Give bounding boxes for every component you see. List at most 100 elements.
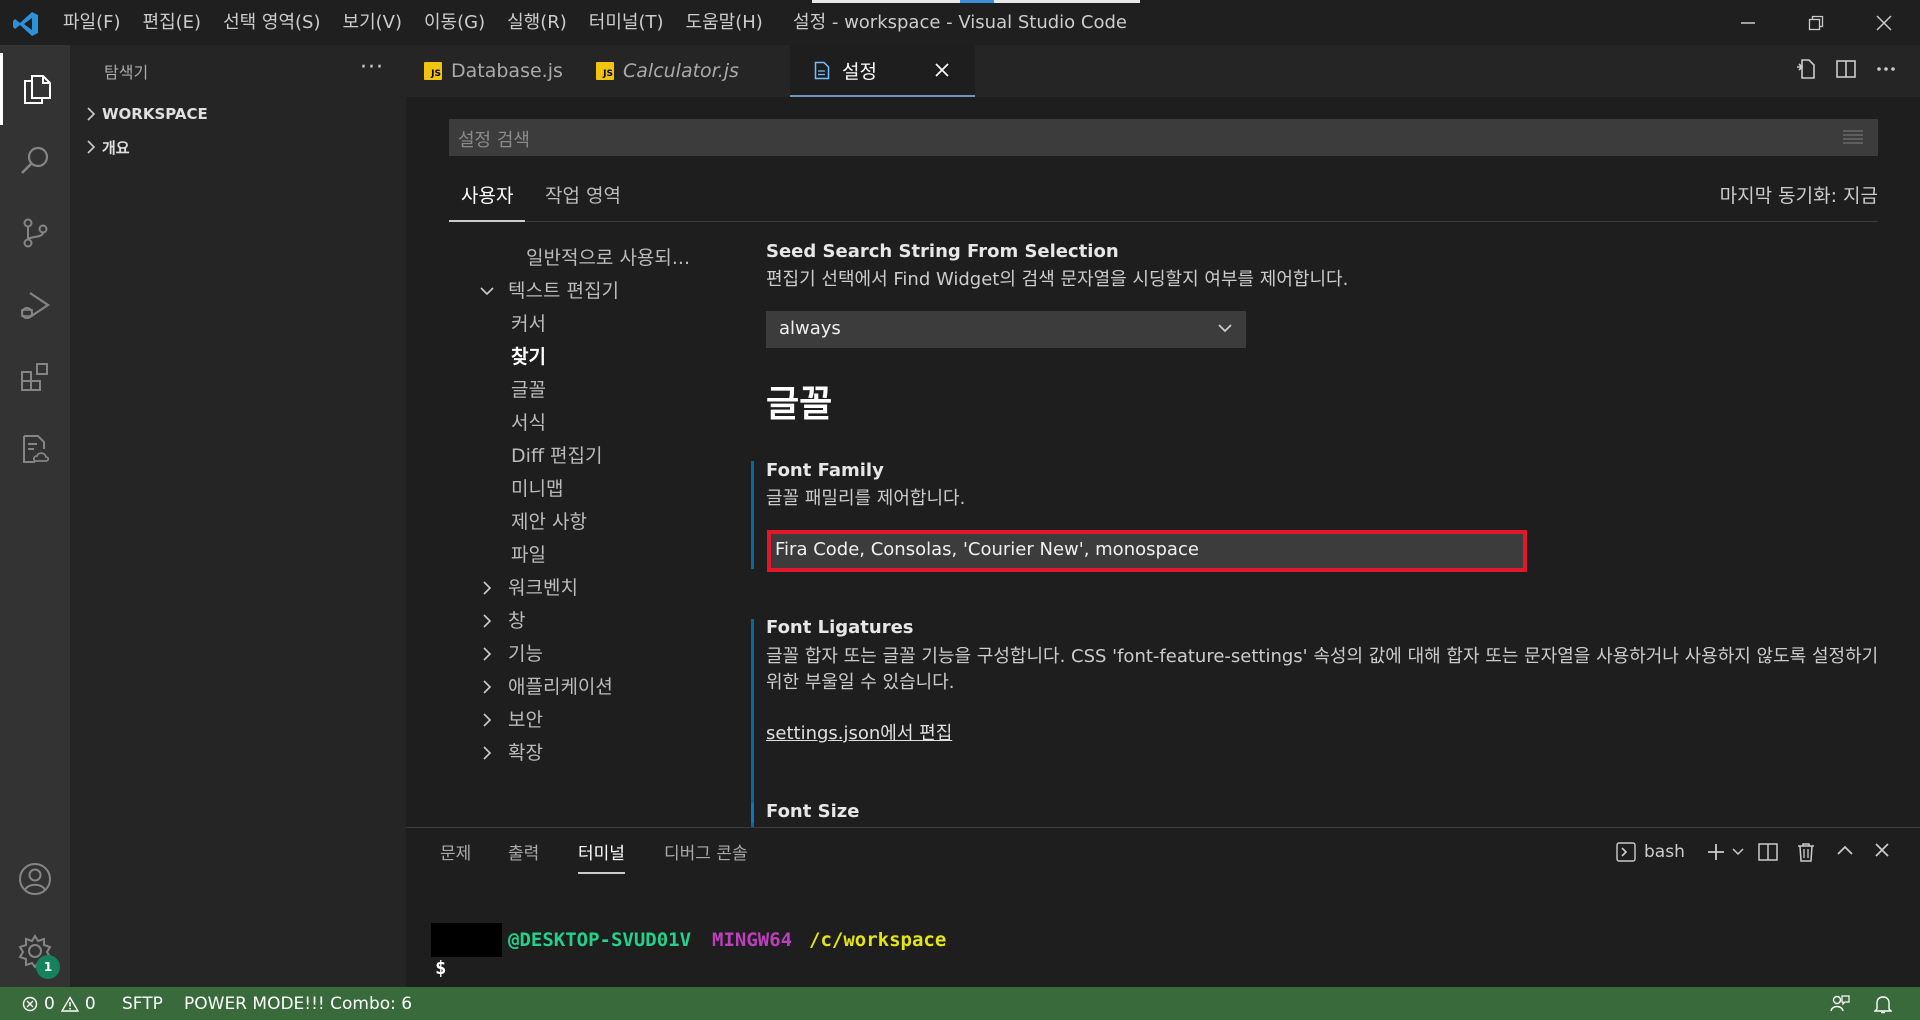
section-workspace[interactable]: WORKSPACE [80, 100, 208, 128]
menu-go[interactable]: 이동(G) [413, 0, 496, 45]
scope-workspace[interactable]: 작업 영역 [533, 177, 633, 222]
panel-tab-debug-console[interactable]: 디버그 콘솔 [664, 828, 748, 880]
feedback-button[interactable] [1830, 987, 1850, 1020]
toc-diff-editor[interactable]: Diff 편집기 [511, 441, 602, 471]
settings-search-input[interactable]: 설정 검색 [449, 119, 1878, 156]
manage-button[interactable]: 1 [0, 915, 70, 987]
terminal-prompt[interactable]: $ [435, 957, 446, 979]
terminal-icon [1616, 842, 1636, 862]
plus-icon [1708, 844, 1724, 860]
warning-icon [60, 995, 79, 1012]
search-placeholder: 설정 검색 [458, 130, 530, 151]
sidebar-title: 탐색기 [104, 63, 149, 82]
notifications-button[interactable] [1874, 987, 1892, 1020]
toc-application[interactable]: 애플리케이션 [474, 672, 613, 702]
toc-minimap[interactable]: 미니맵 [511, 474, 563, 504]
split-terminal-button[interactable] [1758, 842, 1778, 862]
power-mode-status[interactable]: POWER MODE!!! Combo: 6 [184, 987, 412, 1020]
section-heading-font: 글꼴 [766, 384, 833, 425]
menu-run[interactable]: 실행(R) [496, 0, 578, 45]
setting-title-seed-search: Seed Search String From Selection [766, 241, 1119, 262]
toc-font[interactable]: 글꼴 [511, 375, 546, 405]
terminal-path: /c/workspace [809, 929, 947, 951]
toc-label: 일반적으로 사용되... [526, 247, 690, 269]
split-editor-icon [1836, 60, 1856, 78]
kill-terminal-button[interactable] [1796, 842, 1816, 862]
setting-focus-indicator [751, 619, 754, 823]
seed-search-dropdown[interactable]: always [766, 311, 1246, 348]
split-editor-button[interactable] [1834, 57, 1858, 81]
panel-tab-terminal[interactable]: 터미널 [578, 828, 625, 880]
terminal-shell-selector[interactable]: bash [1616, 842, 1685, 862]
tab-database-js[interactable]: JS Database.js [406, 45, 576, 97]
close-panel-button[interactable] [1874, 842, 1890, 858]
tab-calculator-js[interactable]: JS Calculator.js [576, 45, 756, 97]
toc-window[interactable]: 창 [474, 606, 525, 636]
close-icon [935, 63, 949, 77]
tab-label: 설정 [842, 60, 877, 83]
toc-extensions[interactable]: 확장 [474, 738, 543, 768]
toc-find[interactable]: 찾기 [511, 342, 546, 372]
feedback-icon [1830, 994, 1850, 1011]
toc-common[interactable]: 일반적으로 사용되... [500, 243, 690, 273]
filter-icon[interactable] [1842, 129, 1864, 145]
toc-workbench[interactable]: 워크벤치 [474, 573, 578, 603]
menu-help[interactable]: 도움말(H) [675, 0, 774, 45]
remote-explorer-button[interactable] [0, 413, 70, 485]
explorer-button[interactable] [0, 53, 70, 125]
source-control-button[interactable] [0, 197, 70, 269]
explorer-sidebar: 탐색기 ··· WORKSPACE 개요 [70, 45, 406, 987]
toc-text-editor[interactable]: 텍스트 편집기 [474, 276, 619, 306]
title-bar: 파일(F) 편집(E) 선택 영역(S) 보기(V) 이동(G) 실행(R) 터… [0, 0, 1920, 45]
toc-cursor[interactable]: 커서 [511, 309, 546, 339]
accounts-button[interactable] [0, 843, 70, 915]
scope-user[interactable]: 사용자 [449, 177, 526, 222]
toc-suggestions[interactable]: 제안 사항 [511, 507, 587, 537]
chevron-right-icon [474, 713, 500, 727]
menu-terminal[interactable]: 터미널(T) [578, 0, 675, 45]
menu-view[interactable]: 보기(V) [332, 0, 413, 45]
setting-desc-seed-search: 편집기 선택에서 Find Widget의 검색 문자열을 시딩할지 여부를 제… [766, 269, 1349, 290]
run-debug-button[interactable] [0, 269, 70, 341]
maximize-panel-button[interactable] [1836, 842, 1854, 860]
toc-files[interactable]: 파일 [511, 540, 546, 570]
tab-label: Database.js [451, 60, 563, 82]
setting-focus-indicator [751, 803, 754, 827]
sftp-status[interactable]: SFTP [122, 987, 163, 1020]
setting-desc-font-family: 글꼴 패밀리를 제어합니다. [766, 488, 966, 509]
toc-label: 워크벤치 [508, 577, 578, 599]
toc-label: 보안 [508, 709, 543, 731]
close-window-button[interactable] [1850, 0, 1918, 45]
problems-status[interactable]: 0 0 [22, 987, 96, 1020]
remote-explorer-icon [23, 435, 50, 463]
menu-edit[interactable]: 편집(E) [132, 0, 213, 45]
bottom-panel: 문제 출력 터미널 디버그 콘솔 bash @DESKTOP-SVUD01V M… [406, 827, 1920, 987]
bell-icon [1874, 995, 1892, 1013]
editor-actions [1794, 57, 1898, 81]
minimize-icon [1741, 21, 1755, 24]
tab-settings[interactable]: 설정 [790, 45, 975, 97]
panel-tab-output[interactable]: 출력 [508, 828, 539, 880]
edit-in-settings-json-link[interactable]: settings.json에서 편집 [766, 719, 952, 745]
more-actions-button[interactable]: ··· [360, 55, 384, 80]
minimize-button[interactable] [1714, 0, 1782, 45]
new-terminal-button[interactable] [1706, 842, 1744, 862]
chevron-right-icon [474, 581, 500, 595]
settings-scope-tabs: 사용자 작업 영역 마지막 동기화: 지금 [449, 177, 1878, 222]
panel-tab-problems[interactable]: 문제 [440, 828, 471, 880]
restore-button[interactable] [1782, 0, 1850, 45]
toc-formatting[interactable]: 서식 [511, 408, 546, 438]
extensions-button[interactable] [0, 341, 70, 413]
chevron-right-icon [474, 647, 500, 661]
section-outline[interactable]: 개요 [80, 133, 130, 161]
toc-security[interactable]: 보안 [474, 705, 543, 735]
source-control-icon [23, 218, 48, 248]
menu-file[interactable]: 파일(F) [52, 0, 132, 45]
more-actions-icon[interactable] [1874, 57, 1898, 81]
toc-label: 기능 [508, 643, 543, 665]
open-settings-json-button[interactable] [1794, 57, 1818, 81]
search-button[interactable] [0, 125, 70, 197]
toc-features[interactable]: 기능 [474, 639, 543, 669]
font-family-input[interactable]: Fira Code, Consolas, 'Courier New', mono… [767, 530, 1527, 572]
menu-selection[interactable]: 선택 영역(S) [212, 0, 331, 45]
